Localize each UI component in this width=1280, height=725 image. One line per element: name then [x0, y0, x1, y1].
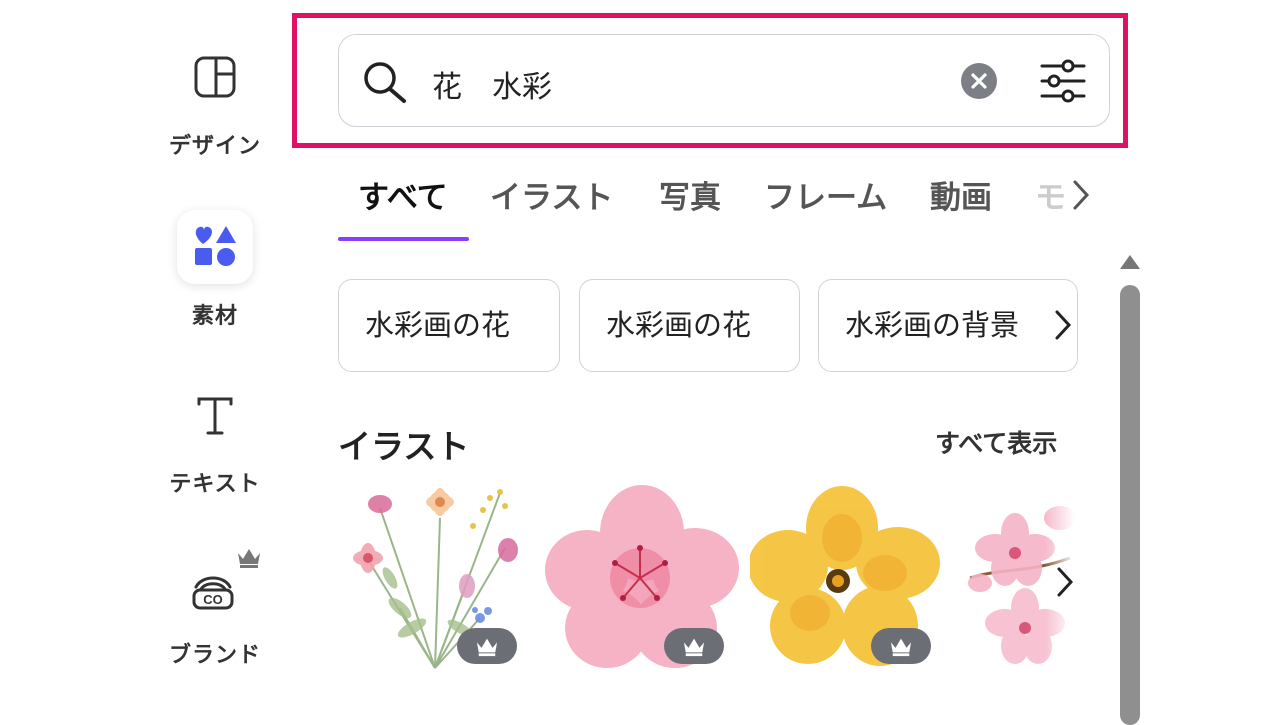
sidebar: デザイン 素材 テキスト CO ブランド — [150, 0, 280, 720]
scroll-up-arrow-icon[interactable] — [1118, 253, 1142, 273]
sidebar-item-label: 素材 — [191, 304, 238, 329]
scrollbar-thumb[interactable] — [1120, 285, 1140, 725]
clear-icon[interactable] — [960, 62, 998, 100]
sidebar-item-label: テキスト — [169, 472, 261, 497]
tab-frames[interactable]: フレーム — [764, 172, 887, 217]
illustration-thumbnail[interactable] — [340, 478, 535, 673]
see-all-link[interactable]: すべて表示 — [935, 424, 1057, 460]
suggestion-chip[interactable]: 水彩画の花 — [579, 279, 800, 372]
brand-icon: CO — [192, 576, 234, 610]
shapes-icon — [195, 226, 236, 266]
tab-photos[interactable]: 写真 — [659, 172, 721, 217]
tab-more[interactable]: モ — [1035, 172, 1066, 217]
tab-videos[interactable]: 動画 — [930, 172, 992, 217]
sidebar-item-elements-tile[interactable] — [177, 210, 253, 284]
premium-badge — [664, 628, 724, 664]
illustration-thumbnail[interactable] — [748, 478, 945, 673]
sidebar-item-label: ブランド — [168, 643, 261, 668]
tab-active-indicator — [338, 237, 469, 241]
tab-all[interactable]: すべて — [358, 172, 448, 217]
chevron-right-icon[interactable] — [1054, 565, 1076, 599]
illustration-thumbnail[interactable] — [545, 478, 740, 673]
filter-icon[interactable] — [1038, 58, 1088, 104]
suggestion-chip[interactable]: 水彩画の花 — [338, 279, 560, 372]
suggestion-chip[interactable]: 水彩画の背景 — [818, 279, 1078, 372]
sidebar-item-label: デザイン — [168, 134, 261, 159]
tab-illustrations[interactable]: イラスト — [490, 172, 613, 217]
chevron-right-icon[interactable] — [1052, 308, 1074, 342]
sidebar-item-brand[interactable]: CO ブランド — [150, 545, 280, 675]
crown-icon — [238, 549, 260, 568]
search-icon — [364, 62, 406, 103]
sidebar-item-text[interactable]: テキスト — [150, 390, 280, 500]
chevron-right-icon[interactable] — [1070, 178, 1092, 212]
crown-icon — [683, 638, 705, 657]
sidebar-item-design[interactable]: デザイン — [150, 50, 280, 160]
crown-icon — [890, 638, 912, 657]
premium-badge — [871, 628, 931, 664]
search-input[interactable]: 花 水彩 — [432, 62, 552, 106]
section-title: イラスト — [338, 427, 470, 466]
premium-badge — [457, 628, 517, 664]
text-icon — [197, 397, 233, 435]
svg-text:CO: CO — [203, 592, 223, 607]
crown-icon — [476, 638, 498, 657]
layout-icon — [194, 56, 236, 98]
